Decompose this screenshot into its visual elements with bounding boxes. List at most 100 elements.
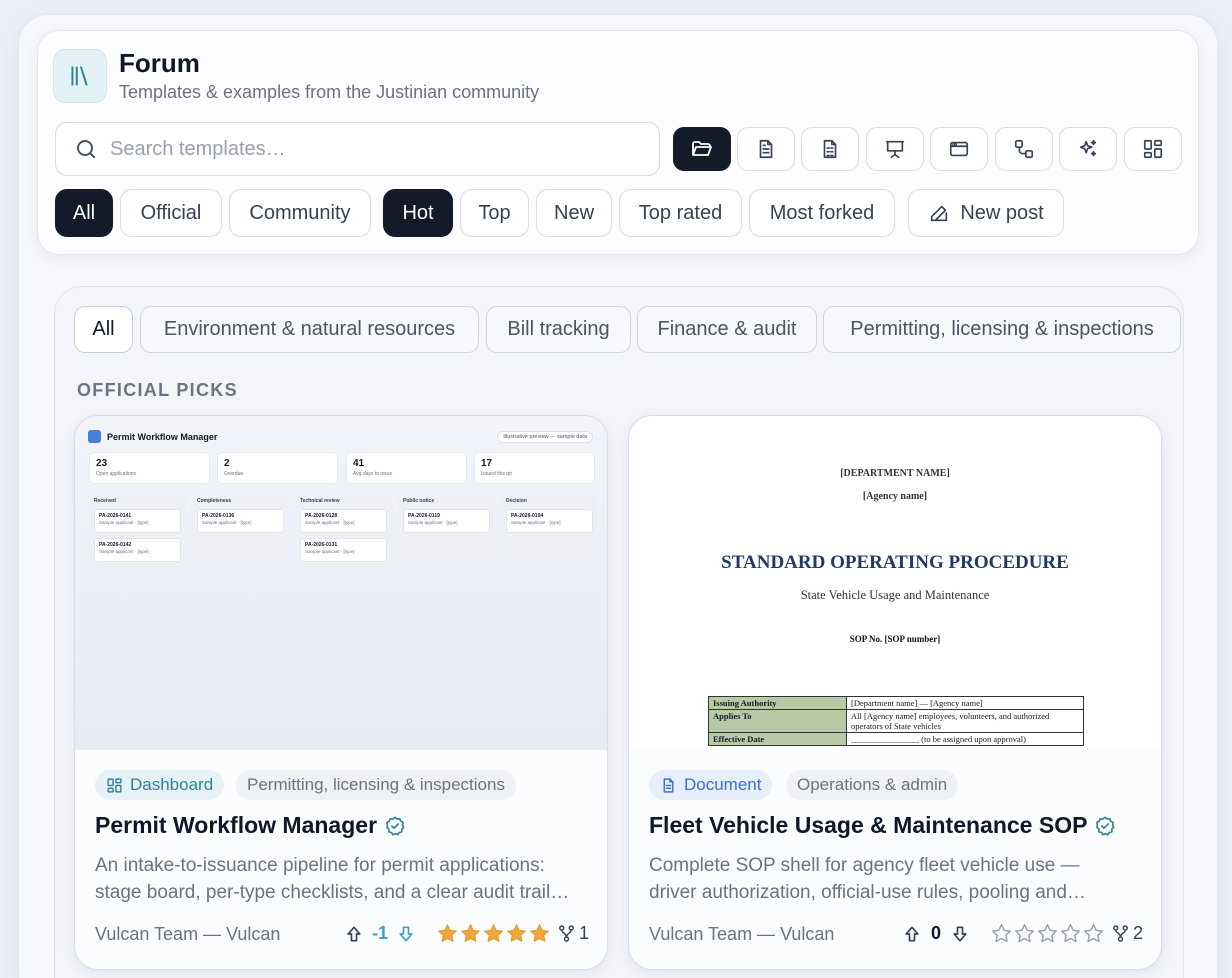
vote-count: 0 <box>930 923 941 943</box>
page-subtitle: Templates & examples from the Justinian … <box>119 82 540 102</box>
sort-hot[interactable]: Hot <box>383 189 453 237</box>
filter-workflows-button[interactable] <box>995 127 1053 171</box>
card-description: Complete SOP shell for agency fleet vehi… <box>649 855 1080 903</box>
star-empty-icon[interactable] <box>1082 922 1105 945</box>
filter-all-types-button[interactable] <box>673 127 731 171</box>
preview-stat: 41 Avg days to issue <box>346 452 467 484</box>
preview-badge: Illustrative preview — sample data <box>497 431 593 443</box>
preview-column: Completeness PA-2026-0136 Sample applican… <box>192 494 289 568</box>
doc-info-table: Issuing Authority [Department name] — [Ag… <box>708 696 1084 746</box>
category-all[interactable]: All <box>74 306 133 353</box>
filter-dashboards-button[interactable] <box>1124 127 1182 171</box>
filter-spreadsheets-button[interactable] <box>801 127 859 171</box>
star-filled-icon[interactable] <box>436 922 459 945</box>
table-row: Issuing Authority [Department name] — [Ag… <box>708 696 1084 710</box>
vote-count: -1 <box>371 923 388 943</box>
doc-sop-number: SOP No. [SOP number] <box>849 634 941 644</box>
fork-icon <box>559 925 574 942</box>
doc-dept: [DEPARTMENT NAME] <box>840 468 950 479</box>
new-post-button[interactable]: New post <box>908 189 1064 237</box>
star-filled-icon[interactable] <box>482 922 505 945</box>
library-icon <box>53 49 107 103</box>
spreadsheet-document-icon <box>823 139 837 159</box>
doc-subheading: State Vehicle Usage and Maintenance <box>800 588 990 602</box>
category-badge[interactable]: Permitting, licensing & inspections <box>236 770 516 800</box>
preview-stat: 17 Issued this qtr <box>474 452 595 484</box>
search-input[interactable] <box>110 137 630 161</box>
star-filled-icon[interactable] <box>505 922 528 945</box>
star-empty-icon[interactable] <box>990 922 1013 945</box>
sort-most-forked[interactable]: Most forked <box>749 189 895 237</box>
new-post-label: New post <box>960 201 1044 224</box>
star-rating[interactable] <box>990 922 1105 945</box>
category-permitting[interactable]: Permitting, licensing & inspections <box>823 306 1181 353</box>
search-icon <box>77 140 95 158</box>
card-author[interactable]: Vulcan Team — Vulcan <box>95 924 280 945</box>
preview-column: Public notice PA-2026-0119 Sample applica… <box>398 494 495 568</box>
type-badge[interactable]: Document <box>649 770 773 800</box>
page-title: Forum <box>119 48 200 78</box>
sort-top[interactable]: Top <box>460 189 529 237</box>
sort-new[interactable]: New <box>536 189 612 237</box>
card-stats: -1 1 <box>344 922 589 945</box>
category-badge[interactable]: Operations & admin <box>786 770 959 800</box>
preview-title: Permit Workflow Manager <box>107 432 218 442</box>
fork-count: 2 <box>1111 923 1143 944</box>
template-card[interactable]: [DEPARTMENT NAME] [Agency name] STANDARD… <box>628 415 1162 970</box>
star-empty-icon[interactable] <box>1059 922 1082 945</box>
doc-heading: STANDARD OPERATING PROCEDURE <box>721 552 1069 573</box>
category-finance-audit[interactable]: Finance & audit <box>637 306 817 353</box>
sparkles-icon <box>1079 139 1097 157</box>
source-filter-community[interactable]: Community <box>229 189 371 237</box>
type-badge[interactable]: Dashboard <box>95 770 225 800</box>
star-rating[interactable] <box>436 922 551 945</box>
fork-count: 1 <box>557 923 589 944</box>
template-card[interactable]: Permit Workflow Manager Illustrative pre… <box>74 415 608 970</box>
doc-agency: [Agency name] <box>862 491 928 502</box>
preview-stat: 2 Overdue <box>217 452 338 484</box>
preview-stat: 23 Open applications <box>89 452 210 484</box>
star-filled-icon[interactable] <box>459 922 482 945</box>
fork-icon <box>1113 925 1128 942</box>
source-filter-official[interactable]: Official <box>120 189 222 237</box>
verified-badge-icon <box>1096 815 1115 836</box>
dashboard-grid-icon <box>107 777 122 793</box>
document-icon <box>759 139 773 159</box>
dashboard-preview[interactable]: Permit Workflow Manager Illustrative pre… <box>75 416 607 750</box>
filter-presentations-button[interactable] <box>866 127 924 171</box>
preview-app-logo <box>88 430 101 443</box>
card-description: An intake-to-issuance pipeline for permi… <box>95 855 551 903</box>
filter-ai-agents-button[interactable] <box>1059 127 1117 171</box>
downvote-arrow-icon[interactable] <box>950 924 970 944</box>
card-stats: 0 2 <box>902 922 1143 945</box>
dashboard-grid-icon <box>1143 139 1163 159</box>
edit-icon <box>931 205 948 222</box>
search-box[interactable] <box>55 122 660 176</box>
folder-open-icon <box>692 141 712 156</box>
star-filled-icon[interactable] <box>528 922 551 945</box>
downvote-arrow-icon[interactable] <box>396 924 416 944</box>
category-environment[interactable]: Environment & natural resources <box>140 306 479 353</box>
preview-column: Decision PA-2026-0104 Sample applicant · … <box>501 494 598 568</box>
card-title[interactable]: Fleet Vehicle Usage & Maintenance SOP <box>649 812 1116 839</box>
sort-top-rated[interactable]: Top rated <box>619 189 742 237</box>
upvote-arrow-icon[interactable] <box>344 924 364 944</box>
star-empty-icon[interactable] <box>1013 922 1036 945</box>
document-icon <box>663 777 674 793</box>
category-bill-tracking[interactable]: Bill tracking <box>486 306 631 353</box>
document-preview[interactable]: [DEPARTMENT NAME] [Agency name] STANDARD… <box>629 416 1161 750</box>
card-title[interactable]: Permit Workflow Manager <box>95 812 406 839</box>
preview-column: Received PA-2026-0141 Sample applicant · … <box>89 494 186 568</box>
upvote-arrow-icon[interactable] <box>902 924 922 944</box>
section-title: OFFICIAL PICKS <box>77 380 238 400</box>
filter-documents-button[interactable] <box>737 127 795 171</box>
verified-badge-icon <box>386 815 405 836</box>
preview-column: Technical review PA-2026-0128 Sample appl… <box>295 494 392 568</box>
source-filter-all[interactable]: All <box>55 189 113 237</box>
table-row: Applies To All [Agency name] employees, v… <box>708 709 1084 733</box>
workflow-icon <box>1014 139 1034 159</box>
star-empty-icon[interactable] <box>1036 922 1059 945</box>
card-author[interactable]: Vulcan Team — Vulcan <box>649 924 834 945</box>
filter-web-apps-button[interactable] <box>930 127 988 171</box>
browser-window-icon <box>949 141 969 157</box>
